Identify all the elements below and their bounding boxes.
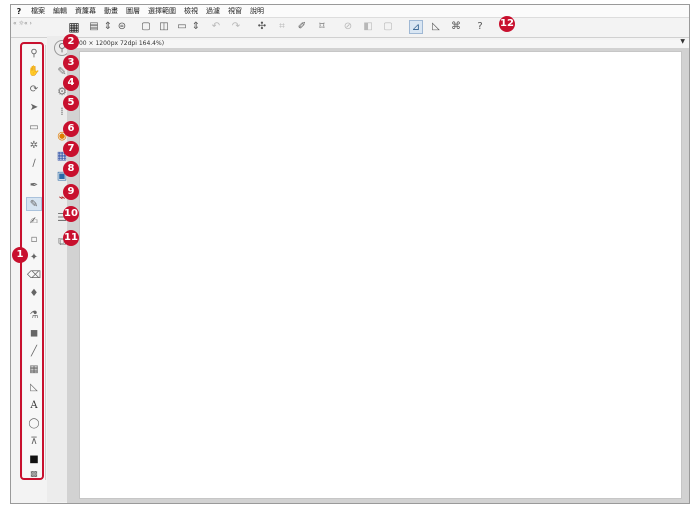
callout-badge-3: 3 bbox=[63, 55, 79, 71]
panel-menu-arrow-icon[interactable]: ▼ bbox=[680, 38, 685, 45]
menu-help[interactable]: 說明 bbox=[246, 6, 268, 16]
pen-tool-icon[interactable]: ✐ bbox=[295, 20, 309, 34]
clear-icon[interactable]: ✣ bbox=[255, 20, 269, 34]
snap-grid-icon[interactable]: ⌘ bbox=[449, 20, 463, 34]
transform-dim-icon[interactable]: ⌗ bbox=[275, 20, 289, 34]
callout-badge-7: 7 bbox=[63, 141, 79, 157]
callout-badge-9: 9 bbox=[63, 184, 79, 200]
snap-special-ruler-icon[interactable]: ◺ bbox=[429, 20, 443, 34]
new-page-icon[interactable]: ▢ bbox=[139, 20, 153, 34]
redo-icon[interactable]: ↷ bbox=[229, 20, 243, 34]
app-menu-icon[interactable]: ? bbox=[11, 7, 27, 16]
menu-layer[interactable]: 圖層 bbox=[122, 6, 144, 16]
menu-animation[interactable]: 動畫 bbox=[100, 6, 122, 16]
menu-bar: ? 檔案 編輯 資簾幕 動畫 圖層 選擇範圍 檢視 過濾 視窗 說明 bbox=[11, 5, 689, 17]
callout-badge-5: 5 bbox=[63, 95, 79, 111]
callout-badge-12: 12 bbox=[499, 16, 515, 32]
menu-window[interactable]: 視窗 bbox=[224, 6, 246, 16]
new-file-icon[interactable]: ▤ bbox=[87, 20, 101, 34]
app-window: ? 檔案 編輯 資簾幕 動畫 圖層 選擇範圍 檢視 過濾 視窗 說明 « ☼« … bbox=[10, 4, 690, 504]
save-options-icon[interactable]: ⇕ bbox=[189, 20, 203, 34]
grid-menu-icon[interactable]: ▦ bbox=[67, 20, 81, 34]
undo-icon[interactable]: ↶ bbox=[209, 20, 223, 34]
invert-selection-icon[interactable]: ◧ bbox=[361, 20, 375, 34]
menu-view[interactable]: 檢視 bbox=[180, 6, 202, 16]
menu-selection[interactable]: 選擇範圍 bbox=[144, 6, 180, 16]
up-down-icon[interactable]: ⇕ bbox=[101, 20, 115, 34]
link-icon[interactable]: ⊜ bbox=[115, 20, 129, 34]
menu-edit[interactable]: 編輯 bbox=[49, 6, 71, 16]
callout-badge-8: 8 bbox=[63, 161, 79, 177]
callout-badge-1: 1 bbox=[12, 247, 28, 263]
command-bar: « ☼« › ▦ ▤ ⇕ ⊜ ▢ ◫ ▭ ⇕ ↶ ↷ ✣ ⌗ ✐ ⌑ ⊘ ◧ ▢… bbox=[11, 17, 689, 38]
callout-badge-10: 10 bbox=[63, 206, 79, 222]
menu-file[interactable]: 檔案 bbox=[27, 6, 49, 16]
callout-badge-2: 2 bbox=[63, 34, 79, 50]
menu-filter[interactable]: 過濾 bbox=[202, 6, 224, 16]
transform-icon[interactable]: ⌑ bbox=[315, 20, 329, 34]
menu-story[interactable]: 資簾幕 bbox=[71, 6, 100, 16]
snap-ruler-icon[interactable]: ⊿ bbox=[409, 20, 423, 34]
canvas-paper[interactable] bbox=[79, 51, 682, 499]
help-icon[interactable]: ? bbox=[473, 20, 487, 34]
canvas-area[interactable]: (1600 × 1200px 72dpi 164.4%) bbox=[67, 40, 689, 503]
select-border-icon[interactable]: ▢ bbox=[381, 20, 395, 34]
panel-collapse-controls[interactable]: « ☼« › bbox=[13, 20, 32, 28]
save-icon[interactable]: ▭ bbox=[175, 20, 189, 34]
callout-badge-6: 6 bbox=[63, 121, 79, 137]
canvas-status: (1600 × 1200px 72dpi 164.4%) bbox=[67, 40, 689, 48]
deselect-icon[interactable]: ⊘ bbox=[341, 20, 355, 34]
callout-badge-4: 4 bbox=[63, 75, 79, 91]
callout-badge-11: 11 bbox=[63, 230, 79, 246]
open-file-icon[interactable]: ◫ bbox=[157, 20, 171, 34]
